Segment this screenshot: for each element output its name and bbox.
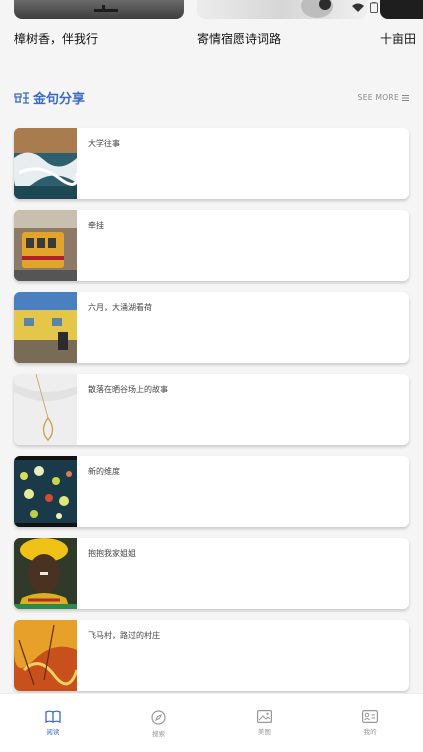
article-thumbnail [14, 292, 77, 363]
nav-label: 我的 [363, 728, 377, 736]
nav-item-read[interactable]: 阅读 [23, 694, 83, 736]
status-icons [352, 2, 378, 13]
see-more-label: SEE MORE [357, 93, 399, 102]
article-card[interactable]: 牵挂 [14, 210, 409, 281]
battery-icon [370, 2, 378, 13]
article-list: 大学往事 牵挂 六月，大涌湖看荷 散落在晒谷场上的故事 新的维度 抱抱我家姐姐 … [14, 128, 409, 702]
article-title: 牵挂 [88, 221, 104, 230]
carousel-image [197, 0, 367, 19]
article-card[interactable]: 六月，大涌湖看荷 [14, 292, 409, 363]
section-title-text: 金句分享 [33, 92, 86, 107]
carousel-title: 寄情宿愿诗词路 [197, 32, 282, 46]
wifi-icon [352, 3, 364, 12]
article-thumbnail [14, 128, 77, 199]
carousel-title: 十亩田 [380, 32, 417, 46]
section-title: 金句分享 [14, 88, 85, 107]
share-quote-icon [14, 92, 29, 104]
article-thumbnail [14, 374, 77, 445]
article-title: 抱抱我家姐姐 [88, 549, 136, 558]
carousel-image [380, 0, 423, 19]
article-card[interactable]: 大学往事 [14, 128, 409, 199]
compass-icon [151, 710, 166, 725]
article-thumbnail [14, 620, 77, 691]
see-more-link[interactable]: SEE MORE [358, 93, 409, 102]
article-card[interactable]: 新的维度 [14, 456, 409, 527]
nav-label: 阅读 [46, 728, 60, 736]
bottom-navigation: 阅读 搜索 美图 我的 [0, 693, 423, 752]
profile-card-icon [362, 710, 379, 723]
article-title: 新的维度 [88, 467, 120, 476]
article-thumbnail [14, 210, 77, 281]
nav-item-search[interactable]: 搜索 [129, 694, 189, 738]
nav-label: 美图 [257, 728, 271, 736]
article-title: 六月，大涌湖看荷 [88, 303, 152, 312]
article-title: 飞马村，路过的村庄 [88, 631, 160, 640]
article-card[interactable]: 抱抱我家姐姐 [14, 538, 409, 609]
article-thumbnail [14, 538, 77, 609]
nav-label: 搜索 [152, 730, 166, 738]
article-card[interactable]: 飞马村，路过的村庄 [14, 620, 409, 691]
menu-icon [402, 94, 409, 101]
article-card[interactable]: 散落在晒谷场上的故事 [14, 374, 409, 445]
nav-item-profile[interactable]: 我的 [340, 694, 400, 736]
article-title: 散落在晒谷场上的故事 [88, 385, 168, 394]
section-header: 金句分享 SEE MORE [14, 88, 409, 110]
article-thumbnail [14, 456, 77, 527]
image-icon [256, 710, 272, 723]
carousel-image [14, 0, 184, 19]
book-icon [45, 710, 61, 723]
top-carousel[interactable]: 樟树香，伴我行 寄情宿愿诗词路 十亩田 [0, 0, 423, 56]
carousel-title: 樟树香，伴我行 [14, 32, 99, 46]
article-title: 大学往事 [88, 139, 120, 148]
nav-item-gallery[interactable]: 美图 [234, 694, 294, 736]
